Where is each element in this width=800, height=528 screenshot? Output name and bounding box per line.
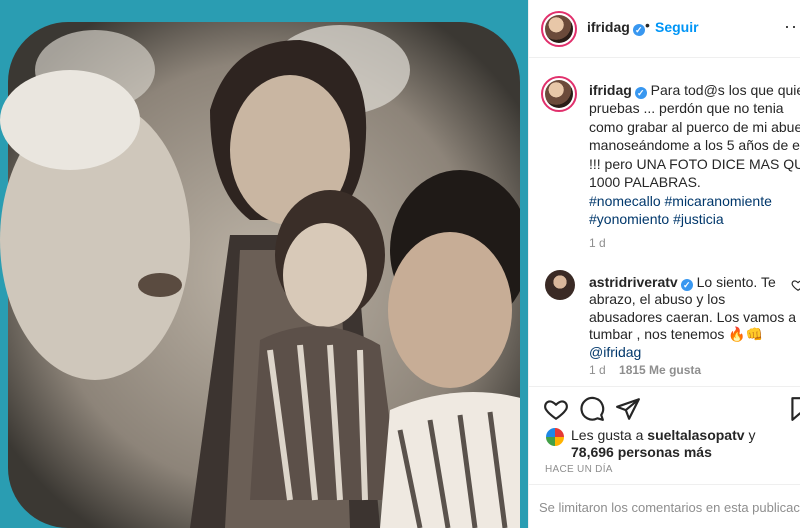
comment-mention[interactable]: @ifridag <box>589 344 800 361</box>
comments-limited-notice: Se limitaron los comentarios en esta pub… <box>529 484 800 528</box>
commenter-avatar[interactable] <box>545 270 575 300</box>
separator-dot: • <box>645 17 650 33</box>
follow-button[interactable]: Seguir <box>655 19 699 35</box>
share-icon[interactable] <box>615 396 641 422</box>
comment-line: tumbar , nos tenemos 🔥👊 <box>589 326 764 343</box>
caption-line: pruebas ... perdón que no tenia <box>589 100 784 117</box>
comment-time: 1 d <box>589 363 606 377</box>
caption-line: !!! pero UNA FOTO DICE MAS QUE <box>589 155 800 172</box>
caption-username[interactable]: ifridag <box>589 82 632 98</box>
comment-line: abusadores caeran. Los vamos a <box>589 308 797 325</box>
comment-meta: 1 d 1815 Me gusta <box>589 363 701 377</box>
likes-suffix: y <box>748 427 756 443</box>
caption-avatar[interactable] <box>541 76 577 112</box>
post-timestamp: HACE UN DÍA <box>545 464 613 475</box>
likes-count[interactable]: 78,696 personas más <box>571 444 800 461</box>
verified-icon: ✓ <box>680 279 693 291</box>
comment-icon[interactable] <box>579 396 605 422</box>
liker-username[interactable]: sueltalasopatv <box>647 427 744 443</box>
hashtag-link[interactable]: #nomecallo <box>589 193 661 209</box>
hashtags: #nomecallo #micaranomiente #yonomiento #… <box>589 192 800 229</box>
more-options-icon[interactable]: ··· <box>784 16 800 37</box>
likes-summary: Les gusta a sueltalasopatv y 78,696 pers… <box>545 427 800 463</box>
heart-icon[interactable] <box>543 396 569 422</box>
hashtag-link[interactable]: #justicia <box>673 211 724 227</box>
verified-icon: ✓ <box>632 24 645 36</box>
post-header: ifridag✓ • Seguir ··· <box>529 0 800 58</box>
comment-line: abrazo, el abuso y los <box>589 291 726 308</box>
comment-likes[interactable]: 1815 Me gusta <box>619 363 701 377</box>
hashtag-link[interactable]: #micaranomiente <box>665 193 772 209</box>
verified-icon: ✓ <box>634 87 647 99</box>
post-sidebar: ifridag✓ • Seguir ··· ifridag✓ Para tod@… <box>528 0 800 528</box>
author-username[interactable]: ifridag ✓ <box>587 19 645 36</box>
liker-avatar[interactable] <box>545 427 565 447</box>
caption-time: 1 d <box>589 236 606 250</box>
post-caption: ifridag✓ Para tod@s los que quieren prue… <box>589 81 800 191</box>
post-photo-image <box>0 0 528 528</box>
caption-line: como grabar al puerco de mi abuelo <box>589 118 800 135</box>
post-actions <box>529 386 800 428</box>
comment: astridriveratv ✓ Lo siento. Te abrazo, el… <box>589 274 800 361</box>
post-photo[interactable] <box>0 0 528 528</box>
comment-like-heart-icon[interactable] <box>791 278 800 292</box>
likes-prefix: Les gusta a <box>571 427 644 443</box>
hashtag-link[interactable]: #yonomiento <box>589 211 669 227</box>
comment-line: Lo siento. Te <box>696 274 776 290</box>
bookmark-icon[interactable] <box>787 396 800 422</box>
commenter-username[interactable]: astridriveratv <box>589 274 678 290</box>
author-avatar[interactable] <box>541 11 577 47</box>
comments-limited-text: Se limitaron los comentarios en esta pub… <box>539 500 800 515</box>
likes-text: Les gusta a sueltalasopatv y 78,696 pers… <box>571 427 800 461</box>
caption-line: 1000 PALABRAS. <box>589 174 701 191</box>
caption-line: Para tod@s los que quieren <box>650 82 800 98</box>
caption-line: manoseándome a los 5 años de edad <box>589 137 800 154</box>
